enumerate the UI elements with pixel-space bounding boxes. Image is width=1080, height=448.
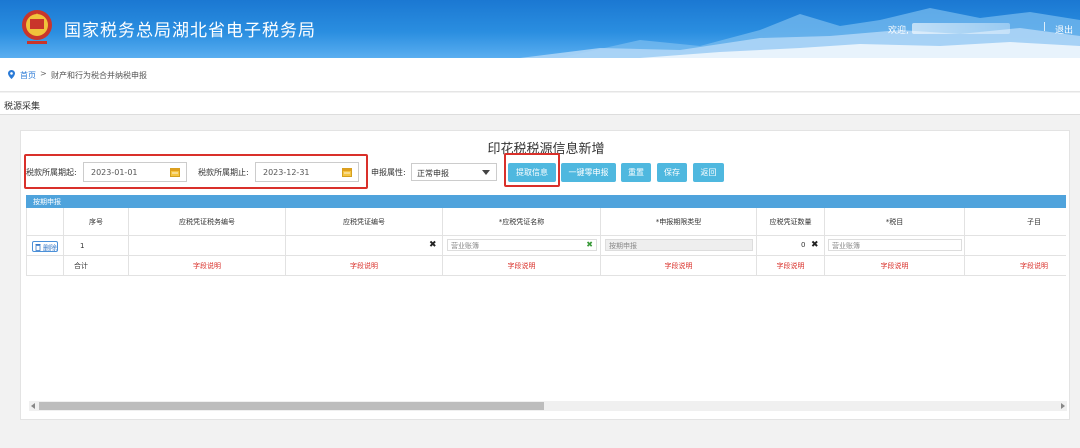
column-header-period-type: *申报期限类型 (601, 208, 757, 236)
scroll-right-icon[interactable] (1061, 403, 1065, 409)
back-button[interactable]: 返回 (693, 163, 724, 182)
clear-icon[interactable]: ✖ (811, 240, 819, 250)
breadcrumb-home[interactable]: 首页 (20, 70, 36, 81)
site-header: 国家税务总局湖北省电子税务局 欢迎, | 退出 (0, 0, 1080, 58)
reset-button[interactable]: 重置 (621, 163, 651, 182)
column-header-sub-item: 子目 (965, 208, 1066, 236)
field-note-link[interactable]: 字段说明 (601, 256, 757, 276)
column-header-voucher-name: *应税凭证名称 (443, 208, 601, 236)
chevron-down-icon (482, 170, 490, 175)
breadcrumb-arrow: > (40, 69, 47, 78)
declare-attr-select[interactable]: 正常申报 (411, 163, 497, 181)
header-separator: | (1043, 22, 1047, 32)
save-button[interactable]: 保存 (657, 163, 687, 182)
logout-link[interactable]: 退出 (1055, 23, 1073, 36)
tax-source-table: 序号 应税凭证税务编号 应税凭证编号 *应税凭证名称 *申报期限类型 应税凭证数… (26, 208, 1066, 276)
tax-source-panel: 印花税税源信息新增 税款所属期起: 2023-01-01 税款所属期止: 202… (20, 130, 1070, 420)
table-row-tax-number (129, 236, 286, 256)
section-title-bar: 税源采集 (0, 93, 1080, 115)
scrollbar-thumb[interactable] (39, 402, 544, 410)
field-note-link[interactable]: 字段说明 (286, 256, 443, 276)
tax-emblem-icon (22, 10, 52, 44)
period-type-input: 按期申报 (605, 239, 753, 251)
declare-attr-label: 申报属性: (371, 168, 406, 177)
breadcrumb-current: 财产和行为税合并纳税申报 (51, 71, 147, 80)
fetch-info-button[interactable]: 提取信息 (508, 163, 556, 182)
total-label: 合计 (64, 256, 129, 276)
delete-row-button[interactable]: 删除 (32, 241, 58, 252)
column-header-index: 序号 (64, 208, 129, 236)
site-title: 国家税务总局湖北省电子税务局 (64, 21, 316, 41)
field-note-link[interactable]: 字段说明 (825, 256, 965, 276)
field-note-link[interactable]: 字段说明 (757, 256, 825, 276)
period-start-input[interactable]: 2023-01-01 (83, 162, 187, 182)
period-start-value: 2023-01-01 (91, 168, 138, 177)
section-title: 税源采集 (4, 102, 41, 112)
table-row-index: 1 (64, 236, 129, 256)
scroll-left-icon[interactable] (31, 403, 35, 409)
table-row-action-cell: 删除 (26, 236, 64, 256)
welcome-text: 欢迎, (888, 26, 909, 36)
calendar-icon[interactable] (342, 167, 352, 177)
declare-attr-value: 正常申报 (417, 169, 449, 178)
table-section-bar: 按期申报 (26, 195, 1066, 208)
trash-icon (35, 244, 41, 251)
column-header-tax-number: 应税凭证税务编号 (129, 208, 286, 236)
column-header-action (26, 208, 64, 236)
field-note-link[interactable]: 字段说明 (965, 256, 1066, 276)
calendar-icon[interactable] (170, 167, 180, 177)
table-row-voucher-name: 营业账簿 ✖ (443, 236, 601, 256)
tax-item-input[interactable]: 营业账簿 (828, 239, 962, 251)
period-end-label: 税款所属期止: (198, 168, 249, 177)
clear-icon[interactable]: ✖ (429, 240, 437, 250)
period-start-label: 税款所属期起: (26, 168, 77, 177)
field-note-link[interactable]: 字段说明 (443, 256, 601, 276)
table-row-tax-item: 营业账簿 (825, 236, 965, 256)
masked-username (912, 23, 1010, 34)
table-row-quantity[interactable]: 0 ✖ (757, 236, 825, 256)
table-section-title: 按期申报 (33, 198, 61, 206)
zero-declare-button[interactable]: 一键零申报 (561, 163, 616, 182)
voucher-name-input[interactable]: 营业账簿 ✖ (447, 239, 597, 251)
column-header-voucher-number: 应税凭证编号 (286, 208, 443, 236)
period-end-value: 2023-12-31 (263, 168, 310, 177)
total-row-blank (26, 256, 64, 276)
column-header-tax-item: *税目 (825, 208, 965, 236)
field-note-link[interactable]: 字段说明 (129, 256, 286, 276)
table-row-voucher-number: ✖ (286, 236, 443, 256)
clear-icon[interactable]: ✖ (586, 240, 593, 249)
breadcrumb: 首页 > 财产和行为税合并纳税申报 (0, 58, 1080, 92)
column-header-quantity: 应税凭证数量 (757, 208, 825, 236)
horizontal-scrollbar[interactable] (29, 401, 1067, 411)
table-row-sub-item[interactable] (965, 236, 1066, 256)
period-end-input[interactable]: 2023-12-31 (255, 162, 359, 182)
location-pin-icon (8, 70, 15, 79)
table-row-period-type: 按期申报 (601, 236, 757, 256)
